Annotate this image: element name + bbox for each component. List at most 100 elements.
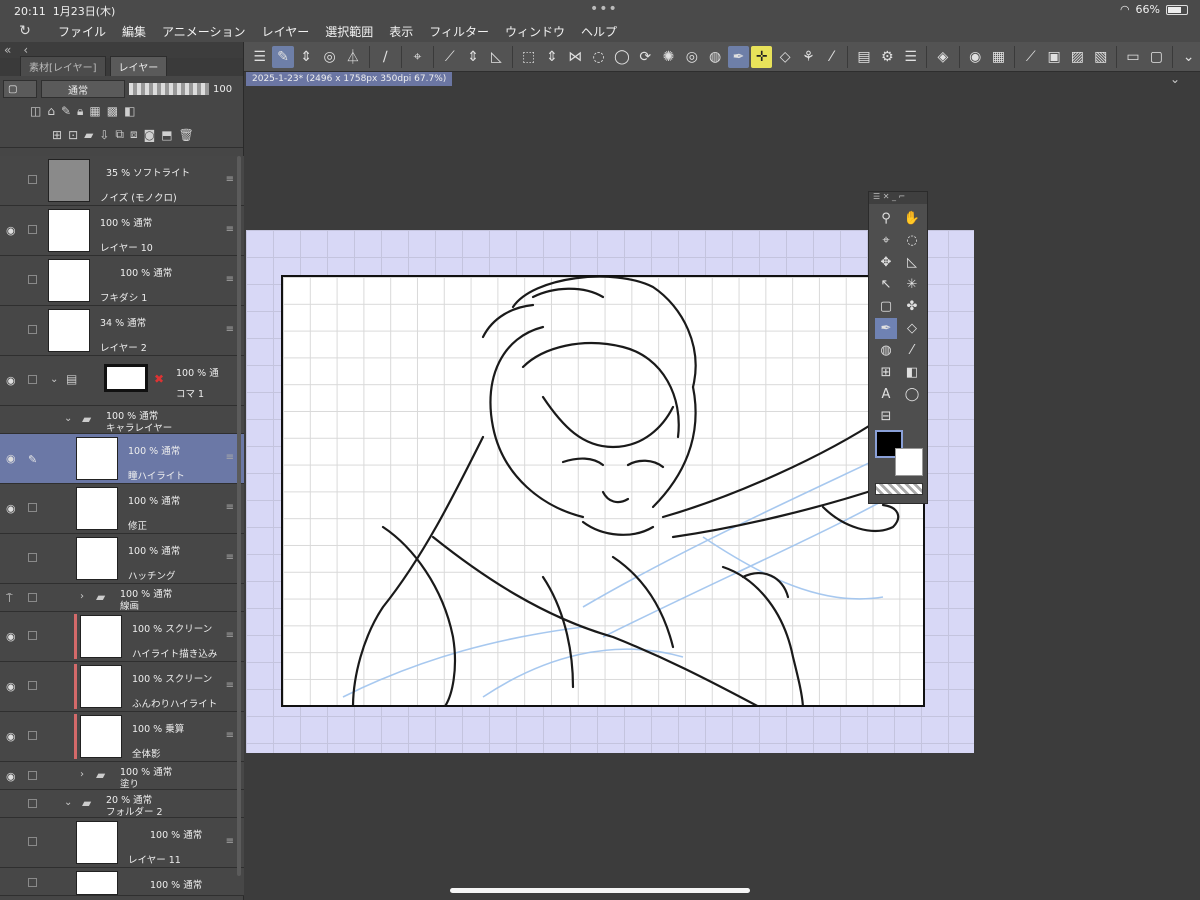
layer-mask-icon[interactable]: ◙ [144, 128, 156, 142]
menu-edit[interactable]: 編集 [114, 23, 154, 40]
layer-row[interactable]: 100 % 通常 ハッチング ≡ [0, 534, 244, 584]
collapse-panel-icon[interactable]: « [4, 43, 11, 57]
crop-icon[interactable]: ⬚ [518, 46, 539, 68]
sticky-note-icon[interactable]: ✛ [751, 45, 773, 68]
eye-icon[interactable]: ◉ [6, 770, 18, 783]
record-icon[interactable]: ◎ [319, 46, 340, 68]
layer-property-icon[interactable]: ▤ [853, 46, 874, 68]
blend-icon[interactable]: ◍ [875, 340, 897, 361]
back-chevron-icon[interactable]: ‹ [23, 43, 28, 57]
transparent-color-swatch[interactable] [875, 483, 923, 495]
visibility-checkbox[interactable] [28, 799, 37, 808]
layer-row[interactable]: ◉ 100 % 乗算 全体影 ≡ [0, 712, 244, 762]
object-icon[interactable]: ⌖ [407, 46, 428, 68]
eyedropper-icon[interactable]: ⁄ [821, 46, 842, 68]
eraser-icon[interactable]: ◇ [774, 46, 795, 68]
layer-row[interactable]: 34 % 通常 レイヤー 2 ≡ [0, 306, 244, 356]
visibility-checkbox[interactable] [28, 731, 37, 740]
expand-chevron-icon[interactable]: › [80, 591, 84, 602]
visibility-checkbox[interactable] [28, 175, 37, 184]
folder-row[interactable]: ⍑ › ▰ 100 % 通常 線画 [0, 584, 244, 612]
visibility-checkbox[interactable] [28, 375, 37, 384]
layer-color-select[interactable]: ▢ [3, 80, 37, 98]
visibility-checkbox[interactable] [28, 553, 37, 562]
menu-window[interactable]: ウィンドウ [497, 23, 573, 40]
pen-icon[interactable]: ✒ [875, 318, 897, 339]
triangle-ruler-icon[interactable]: ◺ [486, 46, 507, 68]
folder-row[interactable]: ⌄ ▰ 20 % 通常 フォルダー 2 [0, 790, 244, 818]
visibility-checkbox[interactable] [28, 225, 37, 234]
app-logo-icon[interactable]: ↻ [0, 23, 50, 39]
lock-icon[interactable]: 🔒︎ [77, 104, 83, 119]
eye-icon[interactable]: ◉ [6, 452, 18, 465]
layer-row[interactable]: 100 % 通常 [0, 868, 244, 896]
layer-menu-icon[interactable]: ≡ [226, 730, 234, 741]
folder-row[interactable]: ◉ › ▰ 100 % 通常 塗り [0, 762, 244, 790]
layer-menu-icon[interactable]: ≡ [226, 630, 234, 641]
visibility-checkbox[interactable] [28, 503, 37, 512]
color-set-icon[interactable]: ▦ [988, 46, 1009, 68]
line-icon[interactable]: ⟋ [439, 46, 460, 68]
gradient-icon[interactable]: ◧ [901, 362, 923, 383]
stepper-icon[interactable]: ⇕ [296, 46, 317, 68]
save-icon[interactable]: ▢ [1146, 46, 1167, 68]
rotate-icon[interactable]: ⟳ [635, 46, 656, 68]
lasso-icon[interactable]: ◌ [588, 46, 609, 68]
arrow-pen-icon[interactable]: ↖ [875, 274, 897, 295]
magic-wand-icon[interactable]: ✺ [658, 46, 679, 68]
expand-chevron-icon[interactable]: ⌄ [64, 413, 72, 424]
visibility-checkbox[interactable] [28, 771, 37, 780]
tab-material-layer[interactable]: 素材[レイヤー] [20, 56, 106, 76]
sub-tool-icon[interactable]: ▣ [1043, 46, 1064, 68]
brush-icon[interactable]: ∕ [375, 46, 396, 68]
combine-icon[interactable]: ⧈ [130, 127, 138, 142]
visibility-checkbox[interactable] [28, 631, 37, 640]
eye-icon[interactable]: ◉ [6, 680, 18, 693]
home-indicator[interactable] [450, 888, 750, 893]
layer-row-selected[interactable]: ◉ ✎ 100 % 通常 瞳ハイライト ≡ [0, 434, 244, 484]
zoom-icon[interactable]: ⚲ [875, 208, 897, 229]
opacity-value[interactable]: 100 [213, 84, 232, 95]
eye-icon[interactable]: ◉ [6, 374, 18, 387]
selection-icon[interactable]: ◎ [681, 46, 702, 68]
reference-icon[interactable]: ⌂ [47, 104, 55, 118]
layer-menu-icon[interactable]: ≡ [226, 836, 234, 847]
tab-layer[interactable]: レイヤー [109, 56, 168, 76]
frame-border-icon[interactable]: ⊟ [875, 406, 897, 427]
lasso-fill-icon[interactable]: ◍ [705, 46, 726, 68]
brush-size-icon[interactable]: ⟋ [1020, 46, 1041, 68]
blend-mode-select[interactable]: 通常 [41, 80, 125, 98]
sparkle-icon[interactable]: ✳ [901, 274, 923, 295]
menu-view[interactable]: 表示 [381, 23, 421, 40]
menu-selection[interactable]: 選択範囲 [317, 23, 381, 40]
layer-menu-icon[interactable]: ≡ [226, 502, 234, 513]
ruler-icon[interactable]: ⏃ [342, 46, 363, 68]
layer-menu-icon[interactable]: ≡ [226, 274, 234, 285]
layer-row[interactable]: 100 % 通常 レイヤー 11 ≡ [0, 818, 244, 868]
visibility-checkbox[interactable] [28, 837, 37, 846]
layer-row[interactable]: 100 % 通常 フキダシ 1 ≡ [0, 256, 244, 306]
clip-icon[interactable]: ◫ [30, 104, 41, 118]
doc-collapse-chevron-icon[interactable]: ⌄ [1170, 72, 1180, 86]
move-icon[interactable]: ✥ [875, 252, 897, 273]
layer-row[interactable]: ◉ 100 % スクリーン ハイライト描き込み ≡ [0, 612, 244, 662]
layer-row[interactable]: ◉ 100 % 通常 レイヤー 10 ≡ [0, 206, 244, 256]
apply-mask-icon[interactable]: ⬒ [161, 128, 172, 142]
lock-alpha-icon[interactable]: ▦ [89, 104, 100, 118]
visibility-checkbox[interactable] [28, 681, 37, 690]
navigator-icon[interactable]: ▧ [1090, 46, 1111, 68]
sliders-icon[interactable]: ☰ [900, 46, 921, 68]
layer-list-scrollbar[interactable] [237, 156, 241, 876]
fill-icon[interactable]: ✤ [901, 296, 923, 317]
visibility-checkbox[interactable] [28, 325, 37, 334]
palette-header[interactable]: ☰ ✕ _ ⌐ [869, 192, 927, 204]
lasso-select-icon[interactable]: ◌ [901, 230, 923, 251]
balloon-icon[interactable]: ◯ [901, 384, 923, 405]
menu-filter[interactable]: フィルター [421, 23, 497, 40]
folder-row[interactable]: ⌄ ▰ 100 % 通常 キャラレイヤー [0, 406, 244, 434]
layer-row[interactable]: 35 % ソフトライト ノイズ (モノクロ) ≡ [0, 156, 244, 206]
transform-icon[interactable]: ⇕ [541, 46, 562, 68]
eye-icon[interactable]: ◉ [6, 224, 18, 237]
flip-icon[interactable]: ⋈ [565, 46, 586, 68]
document-tab[interactable]: 2025-1-23* (2496 x 1758px 350dpi 67.7%) [246, 72, 452, 86]
